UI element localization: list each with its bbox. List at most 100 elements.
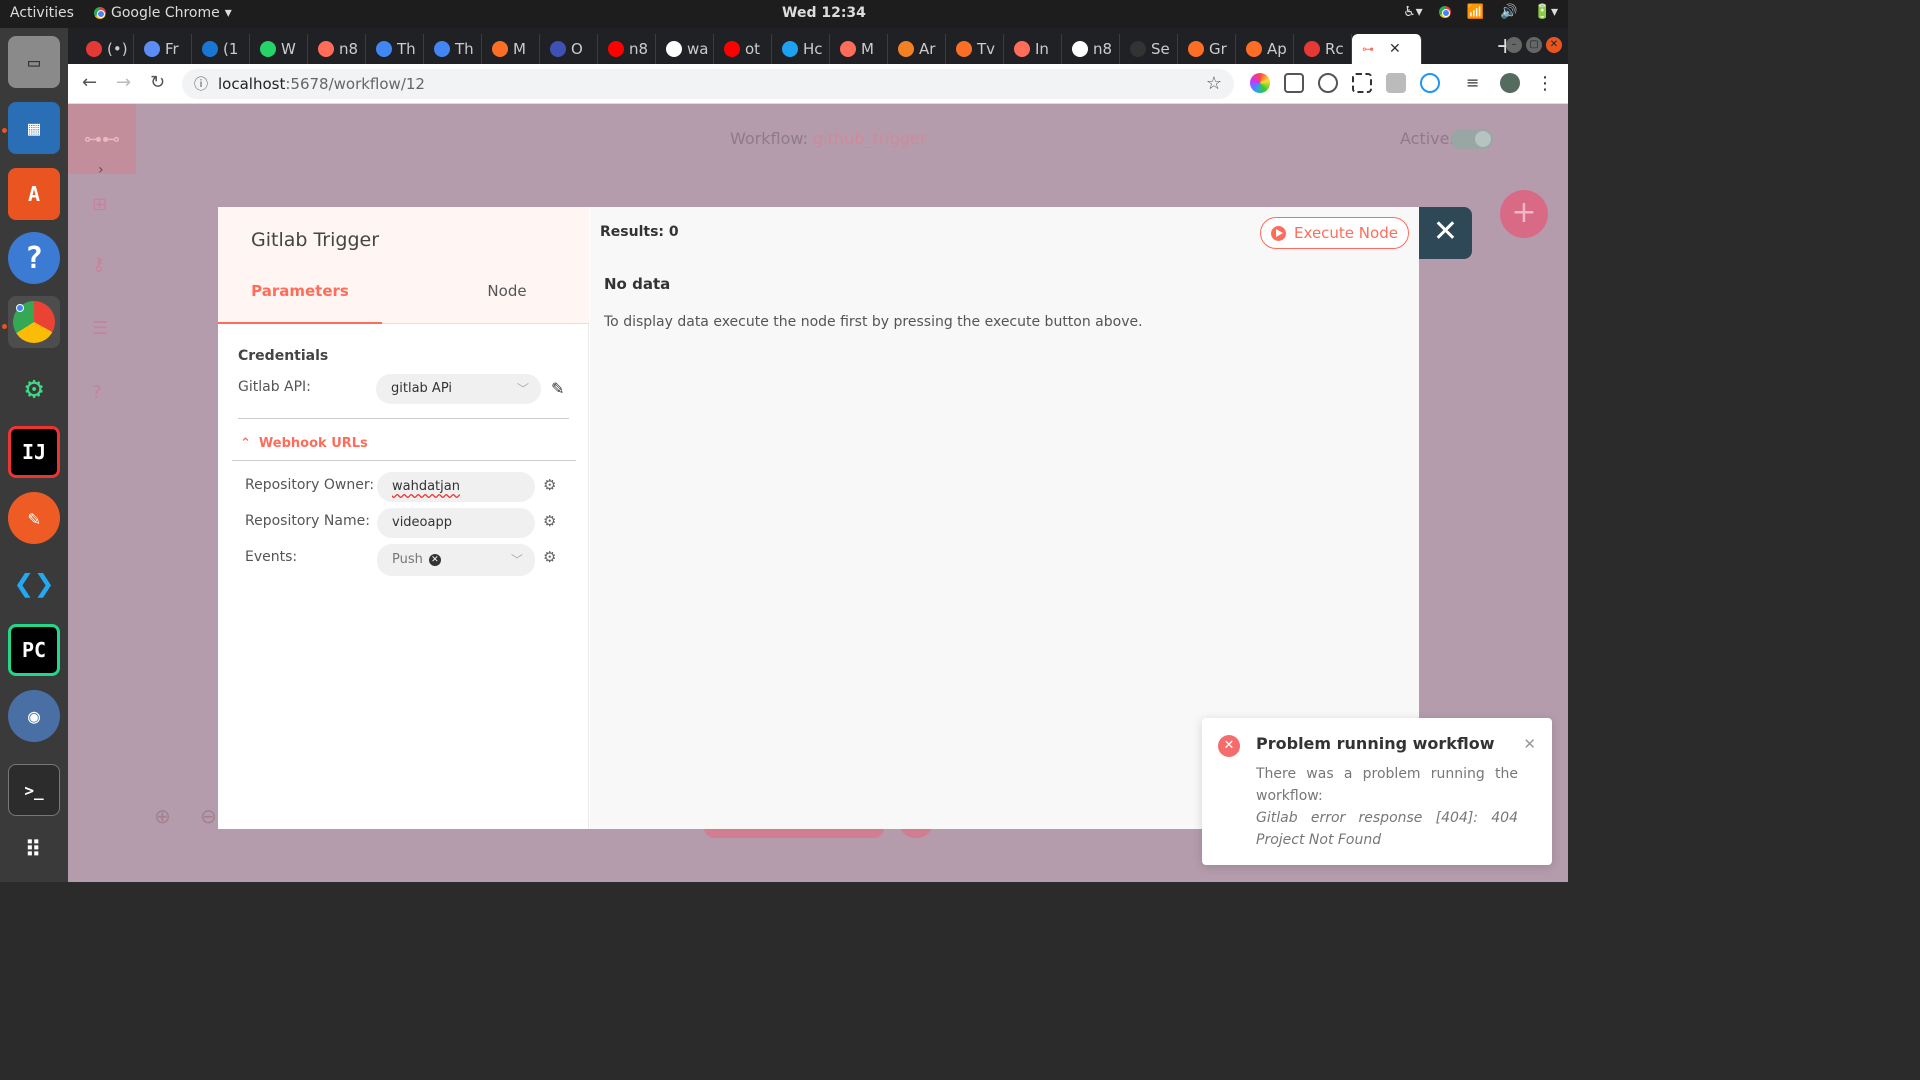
system-tray[interactable]: ♿▾ 📶 🔊 🔋▾	[1403, 4, 1558, 20]
add-node-button[interactable]: +	[1500, 190, 1548, 238]
address-bar[interactable]: ⓘ localhost:5678/workflow/12 ☆	[182, 69, 1234, 99]
screenshot-extension-icon[interactable]	[1352, 73, 1372, 93]
accessibility-icon[interactable]: ♿▾	[1403, 4, 1423, 20]
software-center-icon[interactable]: A	[8, 168, 60, 220]
options-gears-icon[interactable]: ⚙	[543, 476, 556, 494]
options-gears-icon[interactable]: ⚙	[543, 548, 556, 566]
menu-kebab-icon[interactable]: ⋮	[1536, 73, 1556, 94]
vscode-icon[interactable]: ❮❯	[8, 558, 60, 610]
browser-tab[interactable]: W	[250, 34, 308, 64]
browser-tab[interactable]: Fr	[134, 34, 192, 64]
node-title[interactable]: Gitlab Trigger	[251, 229, 379, 251]
tab-label: M	[513, 40, 526, 58]
zoom-in-icon[interactable]: ⊕	[154, 804, 171, 828]
minimize-button[interactable]: –	[1506, 37, 1522, 53]
active-toggle[interactable]	[1451, 129, 1493, 149]
workflow-icon[interactable]: ⊞	[92, 194, 107, 215]
expand-sidebar-icon[interactable]: ›	[98, 162, 104, 178]
tab-label: M	[861, 40, 874, 58]
activities-button[interactable]: Activities	[10, 5, 74, 21]
clock[interactable]: Wed 12:34	[782, 5, 866, 21]
workflow-name[interactable]: github_trigger	[813, 129, 926, 148]
browser-tab[interactable]: n8	[308, 34, 366, 64]
chrome-dock-icon[interactable]	[8, 296, 60, 348]
app-menu[interactable]: Google Chrome ▾	[94, 5, 232, 21]
terminal-icon[interactable]: >_	[8, 764, 60, 816]
info-icon[interactable]: ⓘ	[194, 74, 208, 94]
edit-credential-icon[interactable]: ✎	[551, 379, 564, 398]
volume-icon[interactable]: 🔊	[1500, 4, 1517, 20]
chevron-down-icon: ▾	[224, 5, 232, 21]
android-studio-icon[interactable]: ⚙	[8, 362, 60, 414]
tab-parameters[interactable]: Parameters	[218, 269, 382, 324]
browser-tab[interactable]: (1	[192, 34, 250, 64]
repository-name-input[interactable]: videoapp	[377, 508, 535, 538]
window-close-button[interactable]: ✕	[1546, 37, 1562, 53]
reload-icon[interactable]: ↻	[150, 72, 165, 93]
divider	[238, 418, 569, 419]
browser-tab[interactable]: Se	[1120, 34, 1178, 64]
browser-tab[interactable]: M	[482, 34, 540, 64]
browser-tab[interactable]: In	[1004, 34, 1062, 64]
reading-list-icon[interactable]: ≡	[1466, 73, 1486, 93]
browser-tab[interactable]: Hc	[772, 34, 830, 64]
color-extension-icon[interactable]	[1250, 73, 1270, 93]
help-circle-icon[interactable]: ?	[92, 382, 102, 403]
back-icon[interactable]: ←	[82, 72, 97, 93]
browser-tab[interactable]: ot	[714, 34, 772, 64]
browser-tab[interactable]: (•)	[76, 34, 134, 64]
chrome-tray-icon[interactable]	[1438, 6, 1451, 18]
browser-tab[interactable]: Ap	[1236, 34, 1294, 64]
postman-icon[interactable]: ✎	[8, 492, 60, 544]
avatar[interactable]	[1500, 73, 1520, 93]
zoom-out-icon[interactable]: ⊖	[200, 804, 217, 828]
browser-tab[interactable]: M	[830, 34, 888, 64]
webhook-urls-toggle[interactable]: ⌃ Webhook URLs	[240, 436, 368, 451]
favicon-icon	[666, 41, 682, 57]
remove-chip-icon[interactable]: ✕	[428, 553, 441, 566]
browser-tab[interactable]: Gr	[1178, 34, 1236, 64]
favicon-icon	[434, 41, 450, 57]
close-notification-icon[interactable]: ✕	[1523, 735, 1536, 753]
no-data-heading: No data	[604, 275, 671, 293]
gitlab-api-select[interactable]: gitlab APi ﹀	[376, 374, 541, 404]
browser-tab[interactable]: Rc	[1294, 34, 1352, 64]
tab-close-icon[interactable]: ✕	[1389, 41, 1401, 57]
gitlab-api-value: gitlab APi	[391, 381, 452, 396]
active-browser-tab[interactable]: ⊶ ✕	[1352, 34, 1422, 64]
wifi-icon[interactable]: 📶	[1467, 4, 1484, 20]
browser-tab[interactable]: Th	[424, 34, 482, 64]
obs-icon[interactable]: ◉	[8, 690, 60, 742]
browser-tab[interactable]: wa	[656, 34, 714, 64]
repository-owner-label: Repository Owner:	[245, 477, 375, 493]
image-extension-icon[interactable]	[1386, 73, 1406, 93]
tab-node[interactable]: Node	[434, 282, 580, 300]
pycharm-icon[interactable]: PC	[8, 624, 60, 676]
extension-icon[interactable]	[1318, 73, 1338, 93]
help-icon[interactable]: ?	[8, 232, 60, 284]
intellij-icon[interactable]: IJ	[8, 426, 60, 478]
infinity-extension-icon[interactable]	[1420, 73, 1440, 93]
browser-tab[interactable]: n8	[1062, 34, 1120, 64]
close-dialog-button[interactable]: ✕	[1419, 207, 1472, 259]
maximize-button[interactable]: ▢	[1526, 37, 1542, 53]
browser-tab[interactable]: n8	[598, 34, 656, 64]
events-select[interactable]: Push ✕ ﹀	[377, 544, 535, 576]
browser-tab[interactable]: Tv	[946, 34, 1004, 64]
repository-owner-input[interactable]: wahdatjan	[377, 472, 535, 502]
image-viewer-icon[interactable]: ▦	[8, 102, 60, 154]
files-icon[interactable]: ▭	[8, 36, 60, 88]
executions-list-icon[interactable]: ☰	[92, 318, 108, 339]
key-icon[interactable]: ⚷	[92, 254, 105, 275]
browser-tab[interactable]: Th	[366, 34, 424, 64]
options-gears-icon[interactable]: ⚙	[543, 512, 556, 530]
browser-tab[interactable]: Ar	[888, 34, 946, 64]
battery-icon[interactable]: 🔋▾	[1534, 4, 1558, 20]
events-value: Push	[392, 552, 423, 567]
app-grid-icon[interactable]: ⠿	[8, 824, 60, 876]
forward-icon[interactable]: →	[116, 72, 131, 93]
cast-extension-icon[interactable]	[1284, 73, 1304, 93]
execute-node-button[interactable]: Execute Node	[1260, 217, 1409, 249]
bookmark-star-icon[interactable]: ☆	[1206, 73, 1222, 94]
browser-tab[interactable]: O	[540, 34, 598, 64]
